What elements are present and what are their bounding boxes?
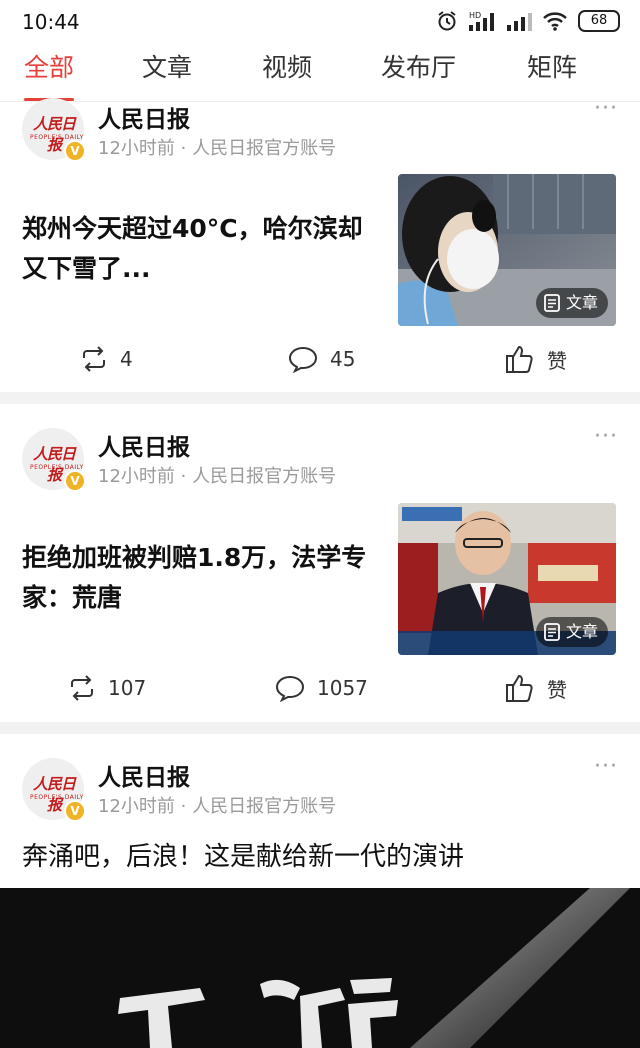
avatar[interactable]: 人民日报 PEOPLE'S DAILY V [22,98,86,162]
thumbs-up-icon [506,674,533,702]
comment-icon [275,675,305,702]
comment-count: 1057 [317,676,368,700]
author-name[interactable]: 人民日报 [98,428,190,462]
post-headline[interactable]: 郑州今天超过40°C，哈尔滨却又下雪了... [22,209,382,289]
document-icon [544,623,560,641]
avatar[interactable]: 人民日报 PEOPLE'S DAILY V [22,758,86,822]
like-label: 赞 [547,348,567,373]
article-badge-label: 文章 [565,293,598,312]
battery-icon: 68 [578,10,620,32]
signal-icon [506,10,532,32]
article-badge-label: 文章 [565,622,598,641]
verified-badge-icon: V [64,800,86,822]
avatar[interactable]: 人民日报 PEOPLE'S DAILY V [22,428,86,492]
verified-badge-icon: V [64,140,86,162]
repost-button[interactable]: 107 [68,668,146,708]
like-button[interactable]: 赞 [505,339,567,379]
article-badge: 文章 [535,288,608,318]
post-actions: 4 45 赞 [0,339,640,379]
document-icon [544,294,560,312]
repost-icon [71,675,93,701]
thumbs-up-icon [506,345,533,373]
feed-card[interactable]: 人民日报 PEOPLE'S DAILY V 人民日报 12小时前 · 人民日报官… [0,404,640,722]
post-meta: 12小时前 · 人民日报官方账号 [98,138,337,159]
hd-label: HD [469,11,481,20]
post-thumbnail[interactable]: 文章 [398,503,616,655]
tab-all[interactable]: 全部 [24,50,75,101]
comment-button[interactable]: 1057 [275,668,368,708]
post-actions: 107 1057 赞 [0,668,640,708]
article-badge: 文章 [535,617,608,647]
post-meta: 12小时前 · 人民日报官方账号 [98,796,337,817]
post-meta: 12小时前 · 人民日报官方账号 [98,466,337,487]
more-options-icon[interactable]: ··· [594,96,618,121]
comment-icon [288,346,318,373]
repost-count: 4 [120,347,133,371]
more-options-icon[interactable]: ··· [594,424,618,449]
status-bar: 10:44 HD 68 [0,0,640,44]
author-name[interactable]: 人民日报 [98,758,190,792]
verified-badge-icon: V [64,470,86,492]
tab-press-hall[interactable]: 发布厅 [381,50,456,94]
video-frame [0,888,640,1048]
tab-videos[interactable]: 视频 [262,50,312,94]
category-tabs: 全部 文章 视频 发布厅 矩阵 [0,44,640,102]
wifi-icon [542,10,568,32]
repost-icon [83,346,105,372]
status-time: 10:44 [22,10,80,34]
status-icons: HD 68 [436,10,620,32]
signal-hd-icon: HD [468,10,496,32]
post-thumbnail[interactable]: 文章 [398,174,616,326]
repost-button[interactable]: 4 [80,339,133,379]
tab-matrix[interactable]: 矩阵 [527,50,577,94]
post-headline[interactable]: 奔涌吧，后浪！这是献给新一代的演讲 [22,836,464,873]
author-name[interactable]: 人民日报 [98,100,190,134]
more-options-icon[interactable]: ··· [594,754,618,779]
like-label: 赞 [547,677,567,702]
repost-count: 107 [108,676,147,700]
comment-count: 45 [330,347,356,371]
tab-articles[interactable]: 文章 [142,50,192,94]
alarm-icon [436,10,458,32]
comment-button[interactable]: 45 [288,339,355,379]
like-button[interactable]: 赞 [505,668,567,708]
video-preview[interactable] [0,888,640,1048]
feed-card[interactable]: 人民日报 PEOPLE'S DAILY V 人民日报 12小时前 · 人民日报官… [0,96,640,392]
post-headline[interactable]: 拒绝加班被判赔1.8万，法学专家：荒唐 [22,538,382,618]
